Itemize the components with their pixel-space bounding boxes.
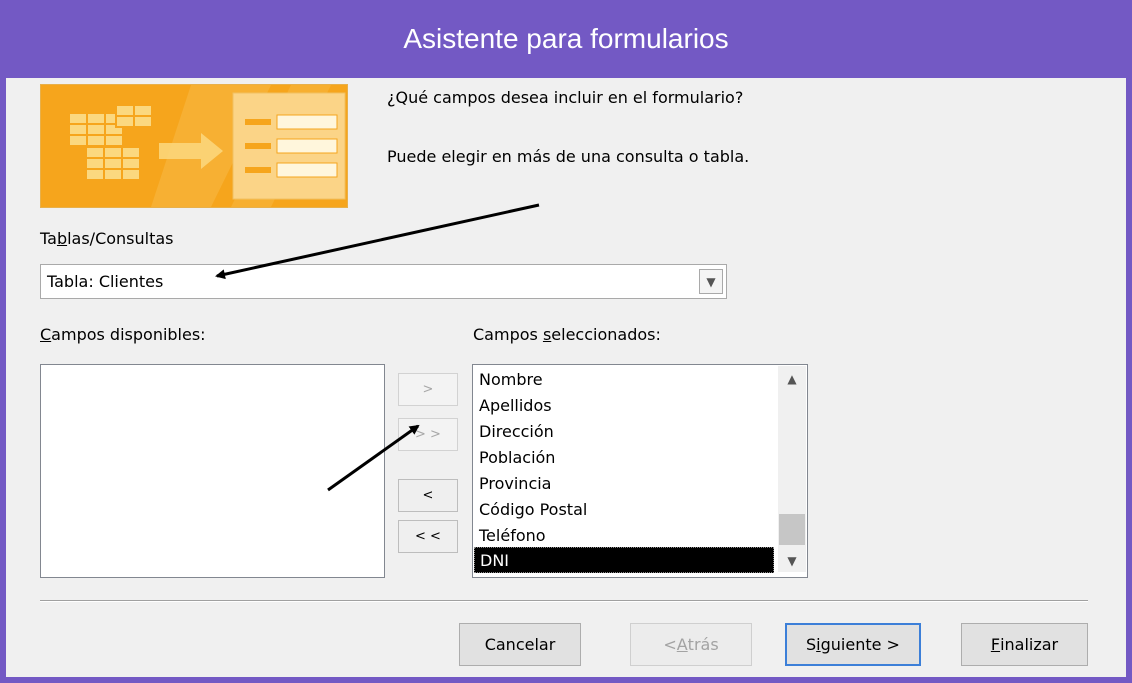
- remove-all-fields-button[interactable]: < <: [398, 520, 458, 553]
- chevron-down-icon[interactable]: ▼: [699, 269, 723, 294]
- remove-field-button[interactable]: <: [398, 479, 458, 512]
- list-item[interactable]: Nombre: [479, 367, 543, 393]
- scroll-down-icon[interactable]: ▼: [778, 548, 806, 574]
- next-button[interactable]: Si guiente >: [785, 623, 921, 666]
- selected-fields-list[interactable]: Nombre Apellidos Dirección Población Pro…: [472, 364, 808, 578]
- available-fields-label: Campos disponibles:: [40, 325, 206, 344]
- list-item[interactable]: Dirección: [479, 419, 554, 445]
- list-item[interactable]: Provincia: [479, 471, 551, 497]
- cancel-button[interactable]: Cancelar: [459, 623, 581, 666]
- wizard-hint: Puede elegir en más de una consulta o ta…: [387, 147, 750, 166]
- finish-button[interactable]: Finalizar: [961, 623, 1088, 666]
- list-item[interactable]: Teléfono: [479, 523, 546, 549]
- form-wizard-icon: [41, 85, 347, 207]
- list-item[interactable]: Apellidos: [479, 393, 552, 419]
- tables-queries-label: Tablas/Consultas: [40, 229, 174, 248]
- back-button[interactable]: < Atrás: [630, 623, 752, 666]
- list-item[interactable]: Código Postal: [479, 497, 587, 523]
- wizard-body: ¿Qué campos desea incluir en el formular…: [6, 78, 1126, 677]
- selected-fields-label: Campos seleccionados:: [473, 325, 661, 344]
- wizard-question: ¿Qué campos desea incluir en el formular…: [387, 88, 744, 107]
- table-query-combo[interactable]: Tabla: Clientes ▼: [40, 264, 727, 299]
- list-item-selected[interactable]: DNI: [474, 547, 774, 573]
- available-fields-list[interactable]: [40, 364, 385, 578]
- add-field-button[interactable]: >: [398, 373, 458, 406]
- wizard-illustration: [40, 84, 348, 208]
- footer-divider: [40, 600, 1088, 601]
- vertical-scrollbar[interactable]: ▲ ▼: [778, 366, 806, 572]
- combo-value: Tabla: Clientes: [47, 272, 164, 291]
- scroll-up-icon[interactable]: ▲: [778, 366, 806, 392]
- wizard-window: Asistente para formularios ¿Qué campos d…: [0, 0, 1132, 683]
- window-title: Asistente para formularios: [403, 23, 729, 54]
- list-item[interactable]: Población: [479, 445, 555, 471]
- add-all-fields-button[interactable]: > >: [398, 418, 458, 451]
- scrollbar-thumb[interactable]: [779, 514, 805, 545]
